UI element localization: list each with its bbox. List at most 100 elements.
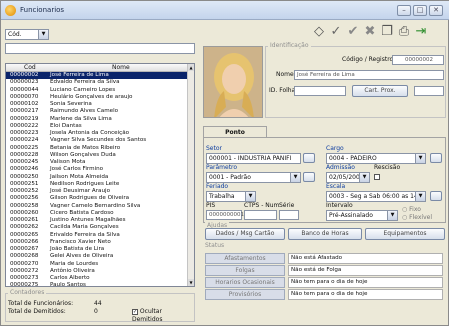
chevron-down-icon[interactable]: ▼: [415, 192, 425, 201]
setor-select[interactable]: 000001 - INDUSTRIA PANIFI: [206, 153, 301, 164]
close-button[interactable]: ✕: [429, 5, 443, 16]
row-cod: 00000270: [10, 260, 39, 267]
cargo-select[interactable]: 0004 - PADEIRO ▼: [326, 153, 426, 164]
employee-list[interactable]: Cod Nome 00000002 José Ferreira de Lima 00…: [5, 63, 195, 287]
table-row[interactable]: 00000002 José Ferreira de Lima: [6, 72, 189, 80]
table-row[interactable]: 00000219 Marlene da Silva Lima: [6, 116, 189, 123]
table-row[interactable]: 00000260 Cicero Batista Cardoso: [6, 210, 189, 217]
dados-msg-cartao-button[interactable]: Dados / Msg Cartão: [205, 228, 285, 240]
row-cod: 00000261: [10, 217, 39, 223]
setor-lookup-button[interactable]: [303, 153, 315, 163]
table-row[interactable]: 00000270 Maria de Lourdes: [6, 261, 189, 268]
cart-prox-field[interactable]: [414, 86, 444, 96]
status-row: Horarios Ocasionais Não tem para o dia de…: [205, 277, 443, 288]
chevron-down-icon[interactable]: ▼: [245, 192, 255, 201]
table-row[interactable]: 00000258 Vagner Camelo Bernardino Silva: [6, 203, 189, 210]
col-nome[interactable]: Nome: [112, 64, 130, 72]
title-bar[interactable]: Funcionarios – □ ✕: [1, 1, 449, 20]
status-value: Não tem para o dia de hoje: [288, 289, 443, 300]
checkbox-checked-icon[interactable]: ✓: [132, 308, 138, 315]
table-row[interactable]: 00000228 Wilson Gonçalves Duda: [6, 152, 189, 159]
row-cod: 00000252: [10, 188, 39, 194]
table-row[interactable]: 00000225 Betania de Matos Ribeiro: [6, 145, 189, 152]
escala-lookup-button[interactable]: [430, 191, 442, 201]
row-nome: Erivaldo Ferreira da Silva: [50, 231, 120, 238]
table-row[interactable]: 00000217 Raimundo Alves Camelo: [6, 108, 189, 115]
chevron-down-icon[interactable]: ▼: [290, 173, 300, 182]
table-row[interactable]: 00000272 Antônio Oliveira: [6, 268, 189, 275]
table-row[interactable]: 00000252 José Deusimar Araujo: [6, 188, 189, 195]
fixo-radio[interactable]: ○ Fixo: [402, 206, 421, 214]
table-row[interactable]: 00000251 Nedilson Rodrigues Leite: [6, 181, 189, 188]
nome-field[interactable]: José Ferreira de Lima: [294, 70, 444, 80]
escala-select[interactable]: 0003 - Seg a Sab 06:00 as 14 ▼: [326, 191, 426, 202]
scroll-down-icon[interactable]: ▼: [188, 279, 194, 286]
row-cod: 00000256: [10, 195, 39, 202]
copy-icon[interactable]: ❐: [379, 24, 395, 40]
table-row[interactable]: 00000070 Heulário Gonçalves de araujo: [6, 94, 189, 101]
chevron-down-icon[interactable]: ▼: [387, 211, 397, 220]
status-button[interactable]: Folgas: [205, 265, 285, 276]
table-row[interactable]: 00000256 Gilson Rodrigues de Oliveira: [6, 195, 189, 202]
status-button[interactable]: Afastamentos: [205, 253, 285, 264]
table-row[interactable]: 00000102 Sonia Severina: [6, 101, 189, 108]
table-row[interactable]: 00000023 Edvaldo Ferreira da Silva: [6, 79, 189, 86]
banco-de-horas-button[interactable]: Banco de Horas: [288, 228, 362, 240]
table-row[interactable]: 00000266 Francisco Xavier Neto: [6, 239, 189, 246]
cargo-lookup-button[interactable]: [430, 153, 442, 163]
table-row[interactable]: 00000262 Cacilda Maria Gonçalves: [6, 224, 189, 231]
parametro-lookup-button[interactable]: [303, 172, 315, 182]
row-cod: 00000225: [10, 144, 39, 151]
feriado-select[interactable]: Trabalha ▼: [206, 191, 256, 202]
list-scrollbar[interactable]: ▲ ▼: [187, 64, 194, 286]
status-button[interactable]: Provisórios: [205, 289, 285, 300]
table-row[interactable]: 00000044 Luciano Carneiro Lopes: [6, 87, 189, 94]
col-cod[interactable]: Cod: [24, 64, 36, 72]
table-row[interactable]: 00000268 Gelei Alves de Oliveira: [6, 253, 189, 260]
minimize-button[interactable]: –: [397, 5, 411, 16]
pis-field[interactable]: 00000000011: [206, 210, 248, 220]
folha-field[interactable]: [294, 86, 346, 96]
intervalo-select[interactable]: Pré-Assinalado ▼: [326, 210, 398, 221]
scroll-up-icon[interactable]: ▲: [188, 64, 194, 71]
window-title: Funcionarios: [20, 6, 65, 14]
status-button[interactable]: Horarios Ocasionais: [205, 277, 285, 288]
admissao-field[interactable]: 02/05/2002 ▼: [326, 172, 370, 183]
check-icon[interactable]: ✔: [345, 24, 361, 40]
setor-label: Setor: [206, 145, 222, 152]
parametro-select[interactable]: 0001 - Padrão ▼: [206, 172, 301, 183]
table-row[interactable]: 00000246 José Carlos Firmino: [6, 166, 189, 173]
table-row[interactable]: 00000261 Justino Antunes Magalhães: [6, 217, 189, 224]
table-row[interactable]: 00000275 Paulo Santos: [6, 282, 189, 286]
filter-field-select[interactable]: Cód. ▼: [5, 29, 49, 40]
chevron-down-icon[interactable]: ▼: [38, 30, 48, 39]
table-row[interactable]: 00000223 Josela Antonia da Conceição: [6, 130, 189, 137]
cancel-icon[interactable]: ✖: [362, 24, 378, 40]
table-row[interactable]: 00000224 Vagner Silva Secundes dos Santos: [6, 137, 189, 144]
ocultar-demitidos-checkbox[interactable]: ✓ Ocultar Demitidos: [132, 308, 194, 324]
row-nome: Vagner Camelo Bernardino Silva: [50, 202, 141, 209]
chevron-down-icon[interactable]: ▼: [415, 154, 425, 163]
table-row[interactable]: 00000273 Carlos Alberto: [6, 275, 189, 282]
rescisao-checkbox[interactable]: [374, 174, 380, 180]
table-row[interactable]: 00000222 Eloi Dantas: [6, 123, 189, 130]
print-icon[interactable]: ⎙: [396, 24, 412, 40]
table-row[interactable]: 00000265 Erivaldo Ferreira da Silva: [6, 232, 189, 239]
table-row[interactable]: 00000250 Jailson Mota Almeida: [6, 174, 189, 181]
maximize-button[interactable]: □: [413, 5, 427, 16]
exit-icon[interactable]: ⇥: [413, 24, 429, 40]
flexivel-radio[interactable]: ○ Flexível: [402, 214, 432, 222]
search-input[interactable]: [5, 43, 195, 54]
table-row[interactable]: 00000267 João Batista de Lira: [6, 246, 189, 253]
check-icon[interactable]: ✓: [328, 24, 344, 40]
serie-field[interactable]: [279, 210, 299, 220]
equipamentos-button[interactable]: Equipamentos: [365, 228, 445, 240]
row-nome: Francisco Xavier Neto: [50, 238, 111, 245]
cart-prox-button[interactable]: Cart. Prox.: [352, 85, 408, 97]
codigo-field[interactable]: 00000002: [392, 55, 444, 65]
identificacao-title: Identificação: [268, 42, 311, 49]
edit-icon[interactable]: ◇: [311, 24, 327, 40]
chevron-down-icon[interactable]: ▼: [359, 173, 369, 182]
list-rows: 00000002 José Ferreira de Lima 00000023 Edv…: [6, 72, 189, 286]
ctps-field[interactable]: [244, 210, 277, 220]
